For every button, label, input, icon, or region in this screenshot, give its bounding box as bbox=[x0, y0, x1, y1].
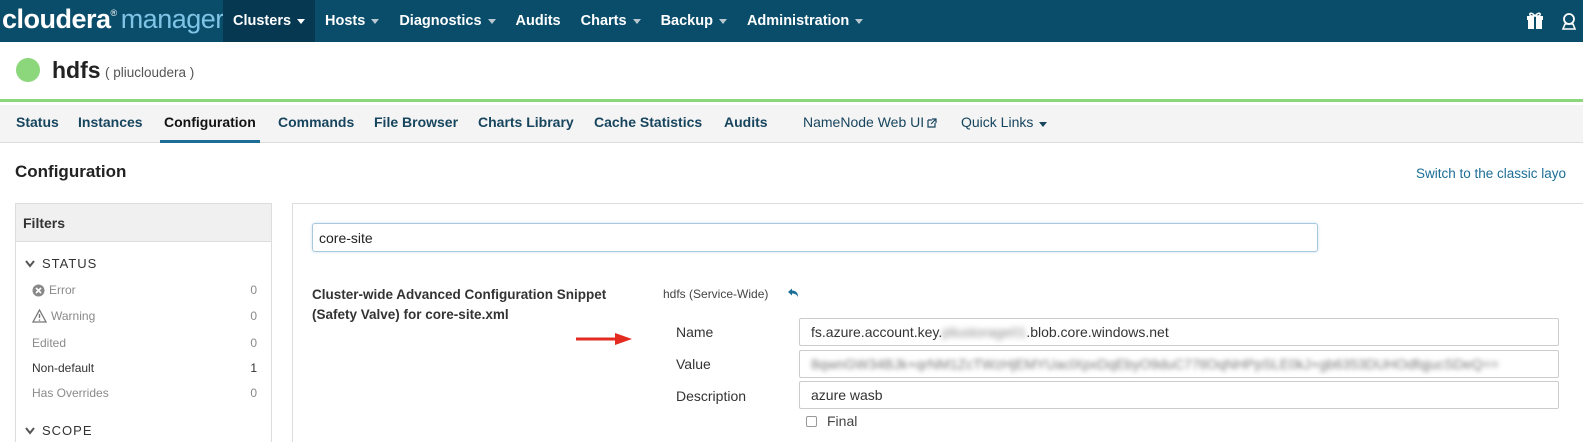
name-field-suffix: .blob.core.windows.net bbox=[1026, 324, 1169, 340]
tab-instances[interactable]: Instances bbox=[78, 105, 143, 143]
nav-diagnostics-label: Diagnostics bbox=[399, 13, 482, 29]
filter-edited[interactable]: Edited 0 bbox=[32, 336, 257, 350]
tab-namenode-web-ui[interactable]: NameNode Web UI bbox=[803, 105, 937, 143]
chevron-down-icon bbox=[632, 18, 641, 24]
value-field-label: Value bbox=[676, 356, 711, 372]
tab-charts-library[interactable]: Charts Library bbox=[478, 105, 574, 143]
chevron-down-icon bbox=[371, 18, 380, 24]
red-arrow-annotation-icon bbox=[576, 333, 632, 345]
name-field-label: Name bbox=[676, 324, 714, 340]
filter-error-label: Error bbox=[49, 283, 76, 297]
filter-section-status[interactable]: STATUS bbox=[25, 256, 97, 271]
nav-diagnostics[interactable]: Diagnostics bbox=[389, 0, 505, 42]
nav-clusters[interactable]: Clusters bbox=[223, 0, 316, 42]
nav-administration-label: Administration bbox=[746, 13, 850, 29]
tab-cache-statistics[interactable]: Cache Statistics bbox=[594, 105, 702, 143]
filters-panel: Filters STATUS Error 0 Warning 0 Edited … bbox=[15, 203, 272, 442]
chevron-down-icon bbox=[718, 18, 727, 24]
error-icon bbox=[32, 284, 45, 296]
filter-non-default-label: Non-default bbox=[32, 361, 95, 375]
nav-audits-label: Audits bbox=[515, 13, 561, 29]
nav-charts[interactable]: Charts bbox=[571, 0, 651, 42]
tab-status[interactable]: Status bbox=[16, 105, 59, 143]
nav-charts-label: Charts bbox=[580, 13, 627, 29]
tab-commands[interactable]: Commands bbox=[278, 105, 354, 143]
chevron-down-icon bbox=[487, 18, 496, 24]
top-navbar: cloudera ® manager Clusters Hosts Diagno… bbox=[0, 0, 1583, 42]
service-name: hdfs bbox=[52, 57, 101, 83]
filter-section-scope[interactable]: SCOPE bbox=[25, 423, 93, 438]
filter-warning-label: Warning bbox=[51, 309, 96, 323]
gift-icon[interactable] bbox=[1525, 11, 1545, 31]
name-field-redacted: pliustorage01 bbox=[942, 324, 1027, 340]
tab-configuration[interactable]: Configuration bbox=[160, 105, 260, 143]
property-scope-label: hdfs (Service-Wide) bbox=[663, 287, 769, 301]
name-field-prefix: fs.azure.account.key. bbox=[811, 324, 943, 340]
filter-warning-count: 0 bbox=[250, 309, 257, 323]
switch-classic-layout-link[interactable]: Switch to the classic layo bbox=[1416, 166, 1566, 181]
tab-quick-links-label: Quick Links bbox=[961, 114, 1034, 130]
nav-clusters-label: Clusters bbox=[233, 13, 292, 29]
filter-non-default[interactable]: Non-default 1 bbox=[32, 361, 257, 375]
filter-section-scope-label: SCOPE bbox=[42, 423, 93, 438]
nav-administration[interactable]: Administration bbox=[737, 0, 873, 42]
tab-file-browser[interactable]: File Browser bbox=[374, 105, 458, 143]
filter-edited-label: Edited bbox=[32, 336, 67, 350]
tab-namenode-web-ui-label: NameNode Web UI bbox=[803, 114, 925, 130]
cloudera-manager-logo[interactable]: cloudera ® manager bbox=[2, 4, 224, 38]
nav-backup-label: Backup bbox=[660, 13, 713, 29]
filter-edited-count: 0 bbox=[250, 336, 257, 350]
health-status-icon bbox=[16, 58, 40, 82]
nav-backup[interactable]: Backup bbox=[651, 0, 737, 42]
description-field[interactable] bbox=[799, 381, 1559, 409]
configuration-search-input[interactable] bbox=[312, 223, 1318, 252]
chevron-down-icon bbox=[25, 426, 35, 435]
filter-has-overrides[interactable]: Has Overrides 0 bbox=[32, 386, 257, 400]
value-field[interactable]: 8qwnGW34BJk+qrNM1ZcTWzHjEMYUaclXpxDqEbyO… bbox=[799, 350, 1559, 378]
tab-quick-links[interactable]: Quick Links bbox=[961, 105, 1048, 143]
tab-audits[interactable]: Audits bbox=[724, 105, 768, 143]
final-checkbox-box[interactable] bbox=[806, 415, 817, 427]
filter-non-default-count: 1 bbox=[250, 361, 257, 375]
filter-error[interactable]: Error 0 bbox=[32, 283, 257, 297]
support-icon[interactable] bbox=[1559, 11, 1579, 31]
name-field[interactable]: fs.azure.account.key.pliustorage01.blob.… bbox=[799, 318, 1559, 346]
logo-registered-mark: ® bbox=[110, 8, 118, 18]
final-checkbox[interactable]: Final bbox=[806, 413, 857, 429]
top-icons bbox=[1525, 0, 1583, 42]
chevron-down-icon bbox=[25, 259, 35, 268]
filter-section-status-label: STATUS bbox=[42, 256, 98, 271]
logo-text-cloudera: cloudera bbox=[2, 4, 111, 34]
logo-text-manager: manager bbox=[120, 4, 225, 34]
filter-error-count: 0 bbox=[250, 283, 257, 297]
warning-icon bbox=[32, 309, 47, 323]
service-header: hdfs ( pliucloudera ) bbox=[0, 42, 1583, 102]
nav-audits[interactable]: Audits bbox=[506, 0, 571, 42]
chevron-down-icon bbox=[297, 18, 306, 24]
reset-to-default-icon[interactable] bbox=[787, 288, 799, 298]
filters-title: Filters bbox=[16, 204, 271, 242]
property-title: Cluster-wide Advanced Configuration Snip… bbox=[312, 287, 607, 322]
nav-hosts[interactable]: Hosts bbox=[315, 0, 389, 42]
nav-hosts-label: Hosts bbox=[325, 13, 366, 29]
value-field-redacted: 8qwnGW34BJk+qrNM1ZcTWzHjEMYUaclXpxDqEbyO… bbox=[811, 356, 1499, 372]
cluster-name[interactable]: ( pliucloudera ) bbox=[105, 65, 194, 80]
main-menu: Clusters Hosts Diagnostics Audits Charts… bbox=[223, 0, 873, 42]
filter-has-overrides-count: 0 bbox=[250, 386, 257, 400]
external-link-icon bbox=[927, 118, 937, 128]
service-tabs: Status Instances Configuration Commands … bbox=[0, 105, 1583, 143]
filter-has-overrides-label: Has Overrides bbox=[32, 386, 109, 400]
chevron-down-icon bbox=[855, 18, 864, 24]
final-checkbox-label: Final bbox=[827, 413, 858, 429]
filter-warning[interactable]: Warning 0 bbox=[32, 309, 257, 323]
description-field-label: Description bbox=[676, 388, 747, 404]
chevron-down-icon bbox=[1039, 122, 1048, 127]
page-title: Configuration bbox=[15, 162, 127, 181]
